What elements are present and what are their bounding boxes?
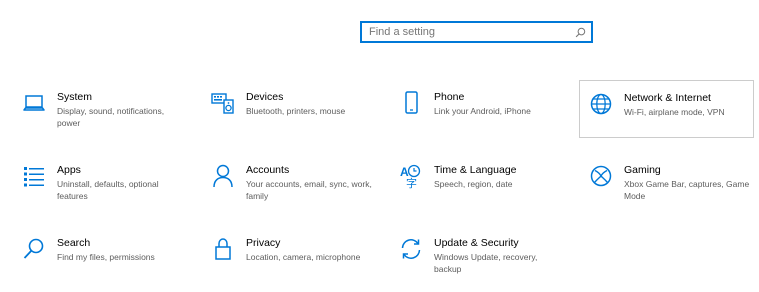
xbox-icon (587, 162, 615, 190)
person-icon (209, 162, 237, 190)
search-icon (20, 235, 48, 263)
globe-icon (587, 90, 615, 118)
tile-gaming[interactable]: Gaming Xbox Game Bar, captures, Game Mod… (587, 161, 759, 219)
tile-title: Accounts (246, 164, 290, 176)
tile-title: System (57, 91, 93, 103)
phone-icon (397, 89, 425, 117)
laptop-icon (20, 89, 48, 117)
tile-apps[interactable]: Apps Uninstall, defaults, optional featu… (20, 161, 196, 219)
tile-search[interactable]: Search Find my files, permissions (20, 234, 196, 292)
tile-description: Wi-Fi, airplane mode, VPN (624, 107, 725, 117)
tile-title: Search (57, 237, 91, 249)
tile-description: Bluetooth, printers, mouse (246, 106, 346, 116)
search-icon[interactable] (571, 23, 589, 41)
tile-description: Display, sound, notifications, power (57, 106, 165, 128)
tile-description: Your accounts, email, sync, work, family (246, 179, 372, 201)
search-box[interactable]: Find a setting (360, 21, 593, 43)
tile-description: Link your Android, iPhone (434, 106, 531, 116)
tile-title: Update & Security (434, 237, 519, 249)
tile-devices[interactable]: Devices Bluetooth, printers, mouse (209, 88, 385, 146)
tile-title: Network & Internet (624, 92, 711, 104)
tile-description: Windows Update, recovery, backup (434, 252, 538, 274)
keyboard-speaker-icon (209, 89, 237, 117)
svg-text:字: 字 (406, 176, 417, 189)
tile-description: Find my files, permissions (57, 252, 155, 262)
tile-title: Apps (57, 164, 81, 176)
update-icon (397, 235, 425, 263)
tile-accounts[interactable]: Accounts Your accounts, email, sync, wor… (209, 161, 385, 219)
tile-description: Speech, region, date (434, 179, 513, 189)
tile-description: Location, camera, microphone (246, 252, 361, 262)
search-input[interactable]: Find a setting (362, 26, 571, 38)
tile-time-language[interactable]: A 字 Time & Language Speech, region, date (397, 161, 573, 219)
tile-title: Phone (434, 91, 465, 103)
tile-system[interactable]: System Display, sound, notifications, po… (20, 88, 196, 146)
tile-update-security[interactable]: Update & Security Windows Update, recove… (397, 234, 573, 292)
tile-network-internet[interactable]: Network & Internet Wi-Fi, airplane mode,… (579, 80, 754, 138)
tile-title: Devices (246, 91, 284, 103)
tile-privacy[interactable]: Privacy Location, camera, microphone (209, 234, 385, 292)
lock-icon (209, 235, 237, 263)
tile-phone[interactable]: Phone Link your Android, iPhone (397, 88, 573, 146)
tile-description: Uninstall, defaults, optional features (57, 179, 159, 201)
tile-title: Privacy (246, 237, 281, 249)
tile-description: Xbox Game Bar, captures, Game Mode (624, 179, 750, 201)
time-language-icon: A 字 (397, 162, 425, 190)
tile-title: Time & Language (434, 164, 517, 176)
tile-title: Gaming (624, 164, 661, 176)
apps-list-icon (20, 162, 48, 190)
